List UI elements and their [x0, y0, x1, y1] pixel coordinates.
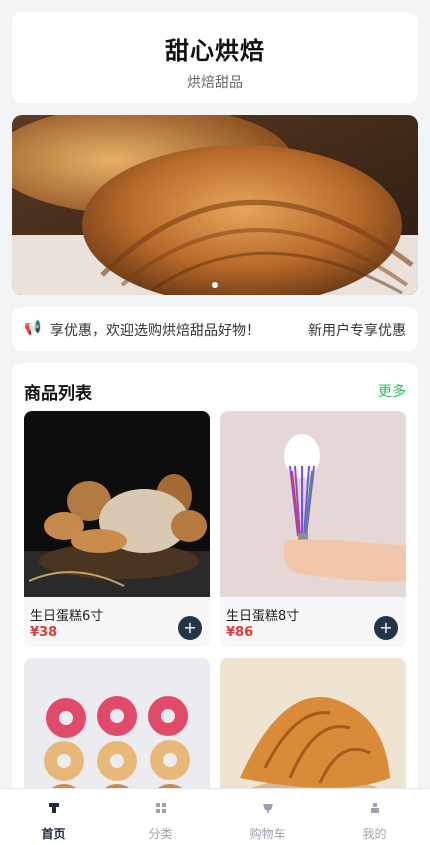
tab-cart[interactable]: 购物车 [214, 789, 321, 845]
home-icon [48, 803, 59, 813]
banner-croissant-image [12, 115, 418, 295]
product-image-donuts [24, 658, 210, 798]
add-to-cart-button[interactable]: + [374, 616, 398, 640]
header-card: 甜心烘焙 烘焙甜品 [12, 12, 418, 103]
product-list-section: 商品列表 更多 生日蛋糕6寸 ¥38 + 生日蛋糕8寸 ¥86 + [12, 363, 418, 843]
shop-title: 甜心烘焙 [165, 37, 265, 65]
section-title: 商品列表 [24, 384, 92, 404]
product-name: 生日蛋糕8寸 [226, 609, 300, 624]
product-price: ¥86 [226, 625, 254, 640]
product-name: 生日蛋糕6寸 [30, 609, 104, 624]
tab-profile[interactable]: 我的 [321, 789, 428, 845]
more-link[interactable]: 更多 [378, 381, 406, 401]
carousel-dot-active[interactable] [212, 282, 218, 288]
bottom-tab-bar: 首页 分类 购物车 我的 [0, 788, 430, 845]
add-to-cart-button[interactable]: + [178, 616, 202, 640]
cart-icon [262, 804, 273, 813]
product-image-whisk-cream [220, 411, 406, 597]
tab-label: 购物车 [249, 827, 286, 841]
tab-category[interactable]: 分类 [107, 789, 214, 845]
product-image-bread-basket [24, 411, 210, 597]
tab-label: 我的 [362, 827, 387, 841]
shop-subtitle: 烘焙甜品 [187, 75, 243, 91]
banner-carousel[interactable] [12, 115, 418, 295]
tab-home[interactable]: 首页 [0, 789, 107, 845]
notice-text: 享优惠，欢迎选购烘焙甜品好物！ [50, 323, 260, 339]
notice-marquee: 享优惠，欢迎选购烘焙甜品好物！ 新用户专享优惠 [50, 307, 408, 351]
speaker-icon: 📢 [24, 320, 42, 336]
tab-label: 首页 [41, 827, 66, 841]
product-card[interactable] [24, 658, 210, 798]
product-card[interactable] [220, 658, 406, 798]
product-card[interactable]: 生日蛋糕6寸 ¥38 + [24, 411, 210, 647]
product-image-croissant [220, 658, 406, 798]
product-price: ¥38 [30, 625, 58, 640]
tab-label: 分类 [148, 827, 173, 841]
notice-text-repeat: 新用户专享优惠 [308, 323, 406, 339]
product-card[interactable]: 生日蛋糕8寸 ¥86 + [220, 411, 406, 647]
grid-icon [155, 803, 166, 813]
user-icon [370, 803, 379, 813]
notice-bar: 📢 享优惠，欢迎选购烘焙甜品好物！ 新用户专享优惠 [12, 307, 418, 351]
